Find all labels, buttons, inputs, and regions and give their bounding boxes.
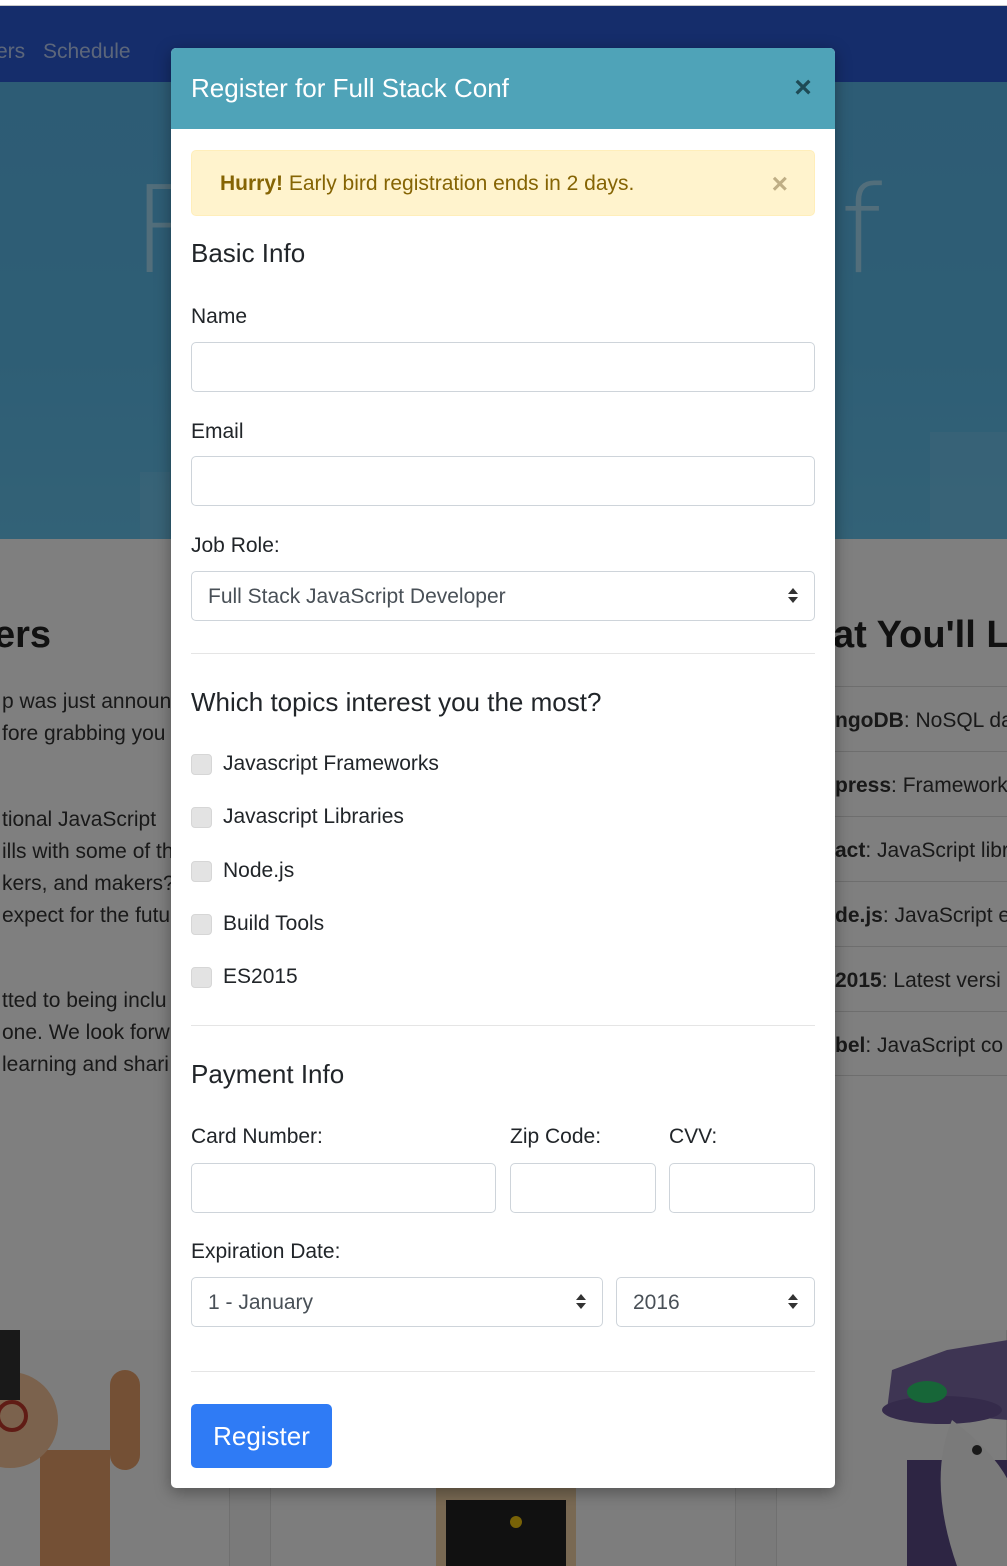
job-role-selected-value: Full Stack JavaScript Developer (208, 585, 506, 608)
registration-modal: Register for Full Stack Conf × Hurry! Ea… (171, 48, 835, 1488)
alert-close-icon[interactable]: × (772, 170, 788, 198)
name-input[interactable] (191, 342, 815, 392)
divider (191, 653, 815, 654)
email-label: Email (191, 420, 244, 443)
expiration-year-select[interactable]: 2016 (616, 1277, 815, 1327)
cvv-input[interactable] (669, 1163, 815, 1213)
job-role-label: Job Role: (191, 534, 280, 557)
basic-info-heading: Basic Info (191, 238, 306, 268)
early-bird-alert: Hurry! Early bird registration ends in 2… (191, 150, 815, 216)
checkbox[interactable] (191, 861, 212, 882)
topic-label: Build Tools (223, 912, 325, 935)
topics-heading: Which topics interest you the most? (191, 687, 602, 717)
card-number-label: Card Number: (191, 1125, 323, 1148)
expiration-month-select[interactable]: 1 - January (191, 1277, 603, 1327)
select-caret-icon (788, 588, 798, 606)
payment-info-heading: Payment Info (191, 1059, 345, 1089)
modal-title: Register for Full Stack Conf (191, 73, 509, 103)
expiration-date-label: Expiration Date: (191, 1240, 341, 1263)
email-input[interactable] (191, 456, 815, 506)
select-caret-icon (576, 1294, 586, 1312)
zip-code-input[interactable] (510, 1163, 656, 1213)
divider (191, 1025, 815, 1026)
checkbox[interactable] (191, 754, 212, 775)
year-selected-value: 2016 (633, 1291, 680, 1314)
register-button[interactable]: Register (191, 1404, 332, 1468)
checkbox[interactable] (191, 967, 212, 988)
card-number-input[interactable] (191, 1163, 496, 1213)
select-caret-icon (788, 1294, 798, 1312)
zip-code-label: Zip Code: (510, 1125, 602, 1148)
name-label: Name (191, 305, 248, 328)
cvv-label: CVV: (669, 1125, 718, 1148)
alert-message: Hurry! Early bird registration ends in 2… (220, 172, 635, 195)
topic-label: ES2015 (223, 965, 298, 988)
topic-label: Node.js (223, 859, 295, 882)
modal-header: Register for Full Stack Conf × (171, 48, 835, 129)
checkbox[interactable] (191, 807, 212, 828)
topic-label: Javascript Libraries (223, 805, 404, 828)
checkbox[interactable] (191, 914, 212, 935)
topic-label: Javascript Frameworks (223, 752, 439, 775)
close-icon[interactable]: × (791, 73, 815, 103)
job-role-select[interactable]: Full Stack JavaScript Developer (191, 571, 815, 621)
month-selected-value: 1 - January (208, 1291, 314, 1314)
divider (191, 1371, 815, 1372)
